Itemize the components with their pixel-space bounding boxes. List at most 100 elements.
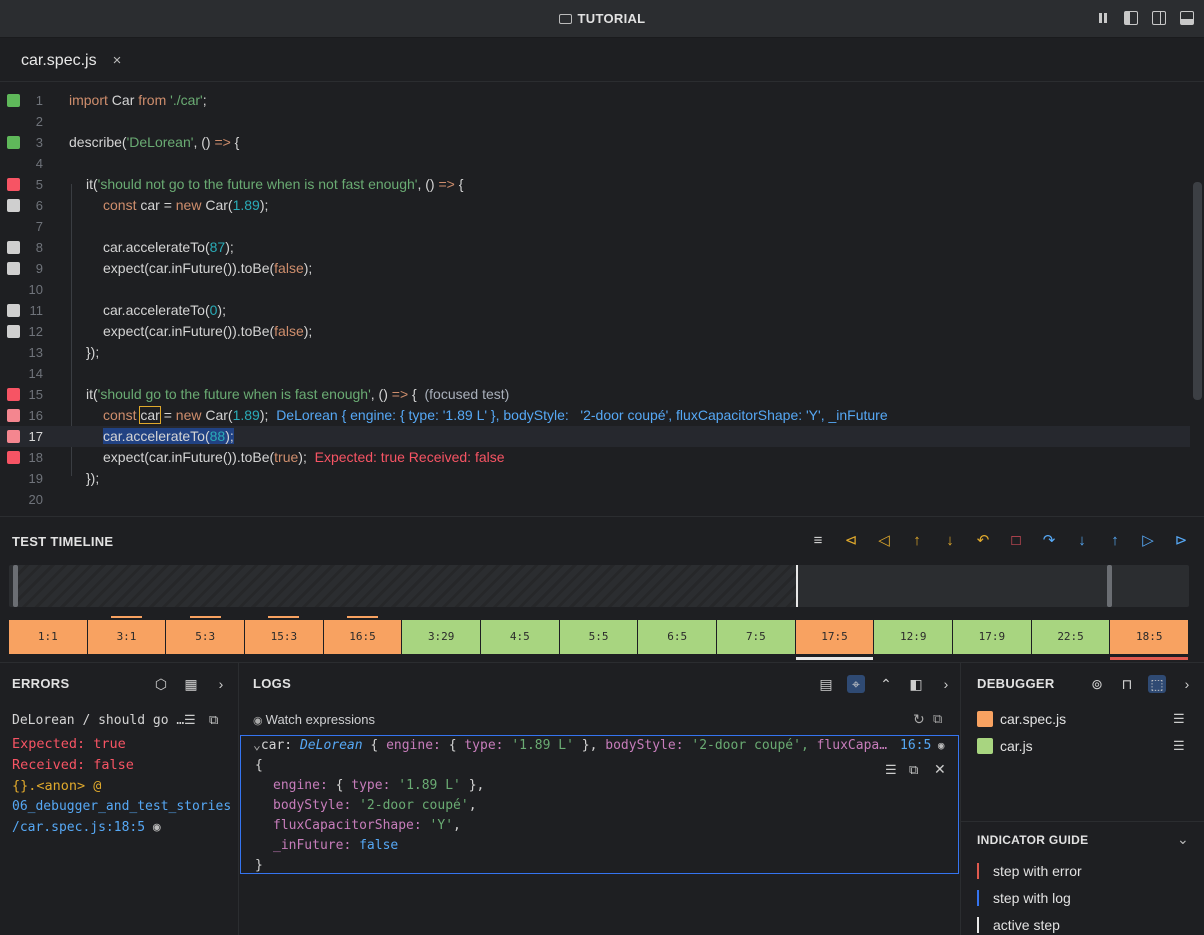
timeline-step[interactable]: 5:5 (559, 620, 639, 654)
timeline-range-end-handle[interactable] (1107, 565, 1112, 607)
code-line-5[interactable]: it('should not go to the future when is … (0, 174, 1190, 195)
chevron-right-icon[interactable]: › (212, 675, 230, 693)
inline-value-annotation: DeLorean { engine: { type: '1.89 L' }, b… (276, 407, 888, 423)
watch-expressions-header[interactable]: ◉ Watch expressions (253, 712, 375, 727)
step-over-icon[interactable]: ↷ (1040, 532, 1058, 550)
step-log-indicator (189, 616, 221, 618)
debugger-title: DEBUGGER (977, 676, 1055, 691)
watch-expression-item[interactable]: ⌄car: DeLorean { engine: { type: '1.89 L… (240, 735, 959, 874)
code-line-17[interactable]: car.accelerateTo(88); (0, 426, 1190, 447)
watch-location[interactable]: 16:5 ◉ (900, 738, 945, 753)
reverse-icon[interactable]: ↶ (974, 532, 992, 550)
step-label: 1:1 (37, 630, 58, 643)
code-line-9[interactable]: expect(car.inFuture()).toBe(false); (0, 258, 1190, 279)
step-label: 12:9 (899, 630, 927, 643)
stack-path-line[interactable]: /car.spec.js:18:5 ◉ (12, 820, 161, 835)
timeline-step[interactable]: 17:9 (953, 620, 1032, 654)
code-editor[interactable]: import Car from './car'; describe('DeLor… (0, 82, 1204, 516)
lock-icon[interactable]: ⊓ (1118, 675, 1136, 693)
pause-icon[interactable] (1096, 11, 1110, 25)
timeline-track[interactable] (9, 565, 1189, 607)
pin-icon[interactable]: ⌖ (847, 675, 865, 693)
copy-all-icon[interactable]: ⧉ (933, 711, 942, 727)
timeline-step[interactable]: 5:3 (166, 616, 246, 654)
toggle-right-panel-icon[interactable] (1152, 11, 1166, 25)
format-icon[interactable]: ☰ (885, 762, 897, 778)
timeline-step[interactable]: 12:9 (874, 620, 954, 654)
debug-controls: ≡ ⊲ ◁ ↑ ↓ ↶ □ ↷ ↓ ↑ ▷ ⊳ (809, 532, 1190, 550)
list-icon[interactable]: ☰ (1173, 738, 1185, 754)
split-view-icon[interactable]: ◧ (907, 675, 925, 693)
debugger-file-car-spec[interactable]: car.spec.js (977, 711, 1066, 727)
step-back-out-icon[interactable]: ⊲ (842, 532, 860, 550)
step-into-back-icon[interactable]: ↓ (941, 532, 959, 550)
close-icon[interactable]: ✕ (934, 761, 946, 778)
code-line-13[interactable]: }); (0, 342, 1190, 363)
timeline-step[interactable]: 17:5 (795, 620, 875, 660)
step-out-back-icon[interactable]: ↑ (908, 532, 926, 550)
step-label: 3:29 (427, 630, 455, 643)
stack-path[interactable]: 06_debugger_and_test_stories (12, 799, 231, 814)
code-line-3[interactable]: describe('DeLorean', () => { (0, 132, 1190, 153)
timeline-step[interactable]: 16:5 (323, 616, 403, 654)
timeline-step[interactable]: 6:5 (638, 620, 718, 654)
timeline-cursor[interactable] (796, 565, 798, 607)
close-tab-icon[interactable]: × (113, 52, 122, 69)
timeline-step[interactable]: 1:1 (9, 620, 88, 654)
code-line-18[interactable]: expect(car.inFuture()).toBe(true); Expec… (0, 447, 1190, 468)
timeline-step[interactable]: 15:3 (245, 616, 324, 654)
chevron-right-icon[interactable]: › (1178, 675, 1196, 693)
error-expected: Expected: true (12, 736, 126, 752)
timeline-range-start-handle[interactable] (13, 565, 18, 607)
code-line-8[interactable]: car.accelerateTo(87); (0, 237, 1190, 258)
code-line-16[interactable]: const car = new Car(1.89); DeLorean { en… (0, 405, 1190, 426)
timeline-step[interactable]: 18:5 (1110, 620, 1190, 660)
line-number: 10 (28, 282, 43, 297)
copy-icon[interactable]: ⧉ (209, 712, 218, 728)
list-icon[interactable]: ≡ (809, 532, 827, 550)
step-out-icon[interactable]: ↑ (1106, 532, 1124, 550)
code-line-12[interactable]: expect(car.inFuture()).toBe(false); (0, 321, 1190, 342)
run-to-icon[interactable]: ⊳ (1172, 532, 1190, 550)
editor-scrollbar[interactable] (1193, 182, 1202, 400)
toggle-left-panel-icon[interactable] (1124, 11, 1138, 25)
guide-step-with-log: step with log (977, 890, 1071, 906)
select-element-icon[interactable]: ⬚ (1148, 675, 1166, 693)
code-line-11[interactable]: car.accelerateTo(0); (0, 300, 1190, 321)
gutter-row: 20 (0, 489, 1190, 510)
gutter-row: 14 (0, 363, 1190, 384)
chevron-right-icon[interactable]: › (937, 675, 955, 693)
timeline-step[interactable]: 7:5 (717, 620, 796, 654)
error-item[interactable]: DeLorean / should go … (12, 713, 184, 728)
timeline-step[interactable]: 3:29 (402, 620, 482, 654)
copy-icon[interactable]: ⧉ (909, 762, 918, 778)
timeline-step[interactable]: 4:5 (481, 620, 560, 654)
timeline-step[interactable]: 22:5 (1031, 620, 1111, 654)
code-line-6[interactable]: const car = new Car(1.89); (0, 195, 1190, 216)
window-title: TUTORIAL (0, 11, 1204, 26)
watch-summary[interactable]: ⌄car: DeLorean { engine: { type: '1.89 L… (253, 738, 887, 753)
list-icon[interactable]: ☰ (184, 712, 196, 728)
cube-icon[interactable]: ⬡ (152, 675, 170, 693)
timeline-step[interactable]: 3:1 (87, 616, 167, 654)
chevron-down-icon[interactable]: ⌄ (1177, 831, 1189, 848)
step-forward-icon[interactable]: ▷ (1139, 532, 1157, 550)
step-back-icon[interactable]: ◁ (875, 532, 893, 550)
debugger-file-car[interactable]: car.js (977, 738, 1033, 754)
collapse-icon[interactable]: ⌃ (877, 675, 895, 693)
watch-prop-engine: engine: { type: '1.89 L' }, (273, 778, 485, 793)
tab-car-spec[interactable]: car.spec.js × (0, 38, 141, 82)
code-line-19[interactable]: }); (0, 468, 1190, 489)
stop-icon[interactable]: □ (1007, 532, 1025, 550)
gutter-row: 7 (0, 216, 1190, 237)
refresh-icon[interactable]: ↻ (913, 711, 925, 728)
code-line-15[interactable]: it('should go to the future when is fast… (0, 384, 1190, 405)
step-into-icon[interactable]: ↓ (1073, 532, 1091, 550)
map-icon[interactable]: ▦ (182, 675, 200, 693)
test-timeline-title: TEST TIMELINE (12, 534, 114, 549)
toggle-bottom-panel-icon[interactable] (1180, 11, 1194, 25)
broadcast-icon[interactable]: ⊚ (1088, 675, 1106, 693)
list-icon[interactable]: ☰ (1173, 711, 1185, 727)
map-icon[interactable]: ▤ (817, 675, 835, 693)
code-line-1[interactable]: import Car from './car'; (0, 90, 1190, 111)
